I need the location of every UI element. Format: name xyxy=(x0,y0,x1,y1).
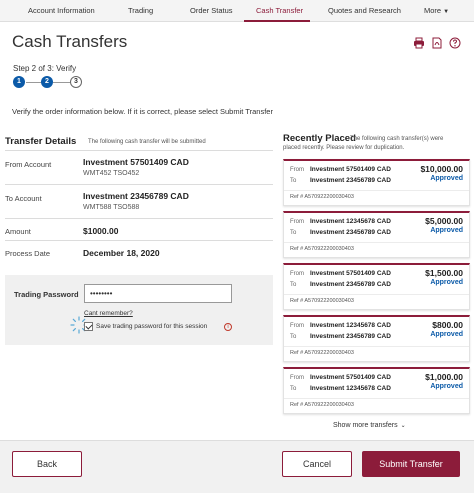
recent-ref: Ref # A570922200030403 xyxy=(290,402,354,408)
cant-remember-link[interactable]: Cant remember? xyxy=(84,310,133,317)
step-2: 2 xyxy=(41,76,53,88)
page-title: Cash Transfers xyxy=(12,32,128,51)
step-3: 3 xyxy=(70,76,82,88)
recent-ref: Ref # A570922200030403 xyxy=(290,350,354,356)
recently-placed-subheading-2: placed recently. Please review for dupli… xyxy=(283,145,405,151)
recent-from-account: Investment 57501409 CAD xyxy=(310,374,391,381)
from-account-sub: WMT452 TSO452 xyxy=(83,170,140,177)
card-divider xyxy=(284,294,469,295)
recent-to-account: Investment 23456789 CAD xyxy=(310,333,391,340)
from-word: From xyxy=(290,219,304,225)
recent-ref: Ref # A570922200030403 xyxy=(290,246,354,252)
chevron-down-icon: ▼ xyxy=(443,9,450,15)
amount-value: $1000.00 xyxy=(83,226,119,236)
to-word: To xyxy=(290,230,297,236)
recent-transfer-card[interactable]: From Investment 57501409 CAD To Investment … xyxy=(283,367,470,414)
recent-from-account: Investment 57501409 CAD xyxy=(310,270,391,277)
to-account-value: Investment 23456789 CAD xyxy=(83,191,189,201)
recent-to-account: Investment 23456789 CAD xyxy=(310,229,391,236)
show-more-transfers-link[interactable]: Show more transfers ⌄ xyxy=(333,422,406,429)
transfer-details-subheading: The following cash transfer will be subm… xyxy=(88,139,206,145)
transfer-details-heading: Transfer Details xyxy=(5,136,77,147)
recent-from-account: Investment 12345678 CAD xyxy=(310,218,391,225)
divider xyxy=(5,218,273,219)
from-word: From xyxy=(290,167,304,173)
from-account-label: From Account xyxy=(5,160,52,169)
recent-to-account: Investment 23456789 CAD xyxy=(310,177,391,184)
amount-label: Amount xyxy=(5,227,31,236)
recent-from-account: Investment 57501409 CAD xyxy=(310,166,391,173)
recent-from-account: Investment 12345678 CAD xyxy=(310,322,391,329)
to-account-sub: WMT588 TSO588 xyxy=(83,204,140,211)
chevron-down-icon: ⌄ xyxy=(400,423,406,429)
back-button[interactable]: Back xyxy=(12,451,82,477)
save-password-checkbox[interactable] xyxy=(84,322,93,331)
card-divider xyxy=(284,346,469,347)
divider xyxy=(5,240,273,241)
recent-amount: $1,000.00 xyxy=(425,372,463,382)
info-icon[interactable]: i xyxy=(224,323,232,331)
card-divider xyxy=(284,190,469,191)
recent-status: Approved xyxy=(430,331,463,338)
save-password-label: Save trading password for this session xyxy=(96,323,208,330)
from-word: From xyxy=(290,271,304,277)
step-connector xyxy=(53,82,71,83)
recent-transfer-card[interactable]: From Investment 57501409 CAD To Investment … xyxy=(283,263,470,310)
tab-more[interactable]: More ▼ xyxy=(424,0,449,22)
divider xyxy=(5,150,273,151)
recent-to-account: Investment 23456789 CAD xyxy=(310,281,391,288)
from-word: From xyxy=(290,323,304,329)
tab-quotes-and-research[interactable]: Quotes and Research xyxy=(328,0,401,22)
to-word: To xyxy=(290,178,297,184)
from-word: From xyxy=(290,375,304,381)
recent-ref: Ref # A570922200030403 xyxy=(290,298,354,304)
divider xyxy=(5,184,273,185)
tab-cash-transfer[interactable]: Cash Transfer xyxy=(256,0,303,22)
active-tab-indicator xyxy=(244,20,310,22)
recent-transfer-card[interactable]: From Investment 12345678 CAD To Investment … xyxy=(283,315,470,362)
trading-password-input[interactable] xyxy=(84,284,232,303)
recent-amount: $10,000.00 xyxy=(420,164,463,174)
recent-amount: $800.00 xyxy=(432,320,463,330)
recent-to-account: Investment 12345678 CAD xyxy=(310,385,391,392)
cancel-button[interactable]: Cancel xyxy=(282,451,352,477)
recently-placed-heading: Recently Placed xyxy=(283,133,356,144)
recent-transfer-card[interactable]: From Investment 57501409 CAD To Investment … xyxy=(283,159,470,206)
tab-more-label: More xyxy=(424,6,442,15)
to-word: To xyxy=(290,334,297,340)
instructions-text: Verify the order information below. If i… xyxy=(12,107,273,116)
show-more-label: Show more transfers xyxy=(333,422,398,429)
trading-password-label: Trading Password xyxy=(14,290,79,299)
step-1: 1 xyxy=(13,76,25,88)
print-icon[interactable] xyxy=(413,37,425,49)
step-indicator-text: Step 2 of 3: Verify xyxy=(13,64,77,73)
process-date-value: December 18, 2020 xyxy=(83,248,160,258)
card-divider xyxy=(284,242,469,243)
recent-transfer-card[interactable]: From Investment 12345678 CAD To Investment … xyxy=(283,211,470,258)
recent-status: Approved xyxy=(430,227,463,234)
recent-amount: $5,000.00 xyxy=(425,216,463,226)
recent-status: Approved xyxy=(430,383,463,390)
tab-account-information[interactable]: Account Information xyxy=(28,0,95,22)
help-icon[interactable] xyxy=(449,37,461,49)
tab-trading[interactable]: Trading xyxy=(128,0,153,22)
submit-transfer-button[interactable]: Submit Transfer xyxy=(362,451,460,477)
to-word: To xyxy=(290,386,297,392)
from-account-value: Investment 57501409 CAD xyxy=(83,157,189,167)
top-nav: Account Information Trading Order Status… xyxy=(0,0,474,22)
to-account-label: To Account xyxy=(5,194,42,203)
tab-order-status[interactable]: Order Status xyxy=(190,0,233,22)
recent-ref: Ref # A570922200030403 xyxy=(290,194,354,200)
card-divider xyxy=(284,398,469,399)
recent-status: Approved xyxy=(430,279,463,286)
to-word: To xyxy=(290,282,297,288)
recent-status: Approved xyxy=(430,175,463,182)
pdf-icon[interactable] xyxy=(431,37,443,49)
recently-placed-subheading-1: The following cash transfer(s) were xyxy=(350,136,444,142)
recent-amount: $1,500.00 xyxy=(425,268,463,278)
step-connector xyxy=(26,82,42,83)
process-date-label: Process Date xyxy=(5,249,51,258)
